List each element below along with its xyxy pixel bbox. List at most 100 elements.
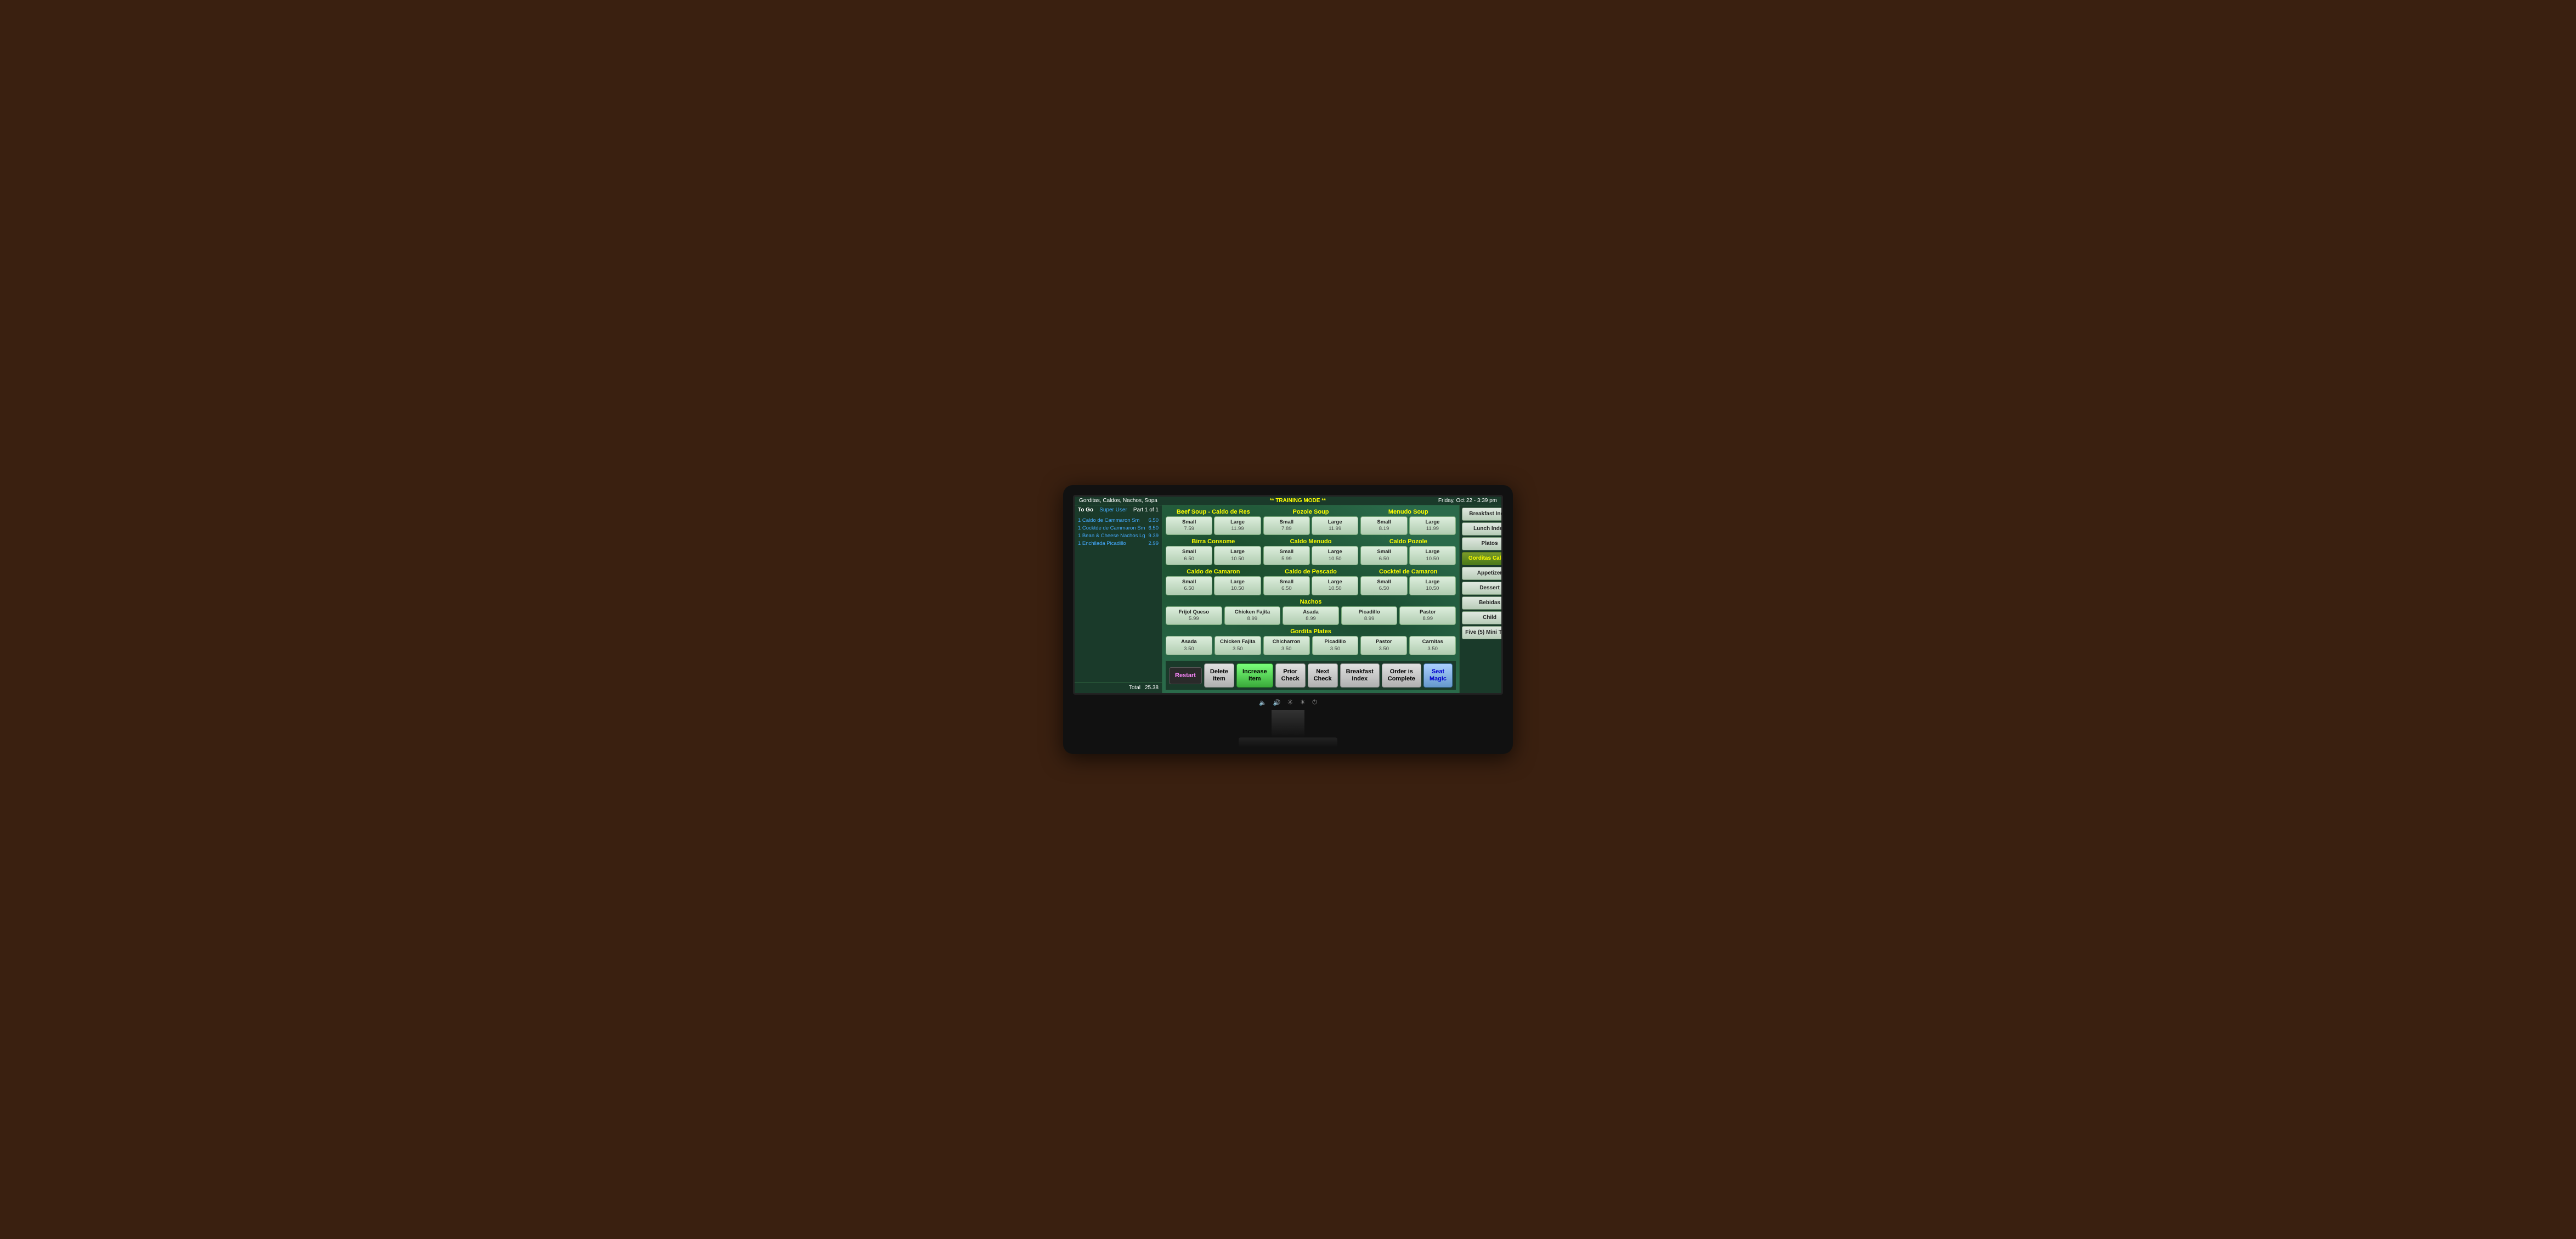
pozole-soup-section: Pozole Soup Small 7.89 Large 11.99 (1263, 509, 1359, 536)
nachos-chicken-fajita-btn[interactable]: Chicken Fajita 8.99 (1224, 606, 1281, 626)
monitor-stand (1272, 710, 1304, 737)
vol-up-icon[interactable]: 🔊 (1273, 699, 1281, 706)
order-total: Total 25.38 (1075, 682, 1162, 693)
menudo-soup-small-btn[interactable]: Small 8.19 (1360, 516, 1407, 536)
gordita-asada-btn[interactable]: Asada 3.50 (1166, 636, 1212, 655)
caldo-menudo-large-btn[interactable]: Large 10.50 (1312, 546, 1358, 565)
soup-row-3: Caldo de Camaron Small 6.50 Large 10.50 (1166, 568, 1456, 595)
cocktel-camaron-large-btn[interactable]: Large 10.50 (1409, 576, 1456, 595)
cat-appetizer[interactable]: Appetizer (1462, 567, 1503, 580)
cat-lunch-index[interactable]: Lunch Index (1462, 522, 1503, 536)
birra-consome-section: Birra Consome Small 6.50 Large 10.50 (1166, 538, 1261, 565)
prior-check-button[interactable]: Prior Check (1275, 663, 1306, 688)
caldo-pescado-section: Caldo de Pescado Small 6.50 Large 10.50 (1263, 568, 1359, 595)
order-complete-button[interactable]: Order is Complete (1382, 663, 1421, 688)
gordita-plates-section: Gordita Plates Asada 3.50 Chicken Fajita… (1166, 628, 1456, 656)
nachos-frijol-btn[interactable]: Frijol Queso 5.99 (1166, 606, 1222, 626)
menudo-soup-label: Menudo Soup (1360, 509, 1456, 515)
screen: Gorditas, Caldos, Nachos, Sopa ** TRAINI… (1073, 495, 1503, 695)
next-check-button[interactable]: Next Check (1308, 663, 1338, 688)
cocktel-camaron-small-btn[interactable]: Small 6.50 (1360, 576, 1407, 595)
status-bar: Gorditas, Caldos, Nachos, Sopa ** TRAINI… (1075, 497, 1501, 505)
soup-row-1: Beef Soup - Caldo de Res Small 7.59 Larg… (1166, 509, 1456, 536)
bottom-action-bar: Restart Delete Item Increase Item Prior … (1166, 661, 1456, 690)
caldo-pescado-small-btn[interactable]: Small 6.50 (1263, 576, 1310, 595)
delete-item-button[interactable]: Delete Item (1204, 663, 1234, 688)
soup-row-2: Birra Consome Small 6.50 Large 10.50 (1166, 538, 1456, 565)
caldo-pescado-label: Caldo de Pescado (1263, 568, 1359, 575)
caldo-pozole-large-btn[interactable]: Large 10.50 (1409, 546, 1456, 565)
main-layout: To Go Super User Part 1 of 1 1 Caldo de … (1075, 505, 1501, 694)
increase-item-button[interactable]: Increase Item (1236, 663, 1273, 688)
order-type: To Go (1078, 507, 1093, 513)
caldo-camaron-sizes: Small 6.50 Large 10.50 (1166, 576, 1261, 595)
gordita-carnitas-btn[interactable]: Carnitas 3.50 (1409, 636, 1456, 655)
cat-breakfast-index[interactable]: Breakfast Index (1462, 508, 1503, 521)
cat-dessert[interactable]: Dessert (1462, 582, 1503, 595)
part-label: Part 1 of 1 (1133, 507, 1159, 513)
birra-consome-large-btn[interactable]: Large 10.50 (1214, 546, 1261, 565)
birra-consome-sizes: Small 6.50 Large 10.50 (1166, 546, 1261, 565)
menudo-soup-large-btn[interactable]: Large 11.99 (1409, 516, 1456, 536)
restart-button[interactable]: Restart (1169, 667, 1202, 684)
caldo-pozole-section: Caldo Pozole Small 6.50 Large 10.50 (1360, 538, 1456, 565)
vol-down-icon[interactable]: 🔈 (1259, 699, 1267, 706)
beef-soup-small-btn[interactable]: Small 7.59 (1166, 516, 1212, 536)
cat-bebidas[interactable]: Bebidas (1462, 596, 1503, 610)
menudo-soup-section: Menudo Soup Small 8.19 Large 11.99 (1360, 509, 1456, 536)
breadcrumb: Gorditas, Caldos, Nachos, Sopa (1079, 498, 1157, 504)
training-mode: ** TRAINING MODE ** (1270, 498, 1326, 504)
caldo-menudo-sizes: Small 5.99 Large 10.50 (1263, 546, 1359, 565)
cocktel-camaron-section: Cocktel de Camaron Small 6.50 Large 10.5… (1360, 568, 1456, 595)
nachos-pastor-btn[interactable]: Pastor 8.99 (1399, 606, 1456, 626)
caldo-pozole-small-btn[interactable]: Small 6.50 (1360, 546, 1407, 565)
menudo-soup-sizes: Small 8.19 Large 11.99 (1360, 516, 1456, 536)
brightness-up-icon[interactable]: ✴ (1300, 698, 1306, 707)
pozole-soup-small-btn[interactable]: Small 7.89 (1263, 516, 1310, 536)
caldo-camaron-small-btn[interactable]: Small 6.50 (1166, 576, 1212, 595)
pozole-soup-label: Pozole Soup (1263, 509, 1359, 515)
order-header: To Go Super User Part 1 of 1 (1075, 505, 1162, 515)
gordita-chicharron-btn[interactable]: Chicharron 3.50 (1263, 636, 1310, 655)
right-panel-categories: Breakfast Index Lunch Index Platos Gordi… (1459, 505, 1503, 694)
cocktel-camaron-label: Cocktel de Camaron (1360, 568, 1456, 575)
order-item[interactable]: 1 Bean & Cheese Nachos Lg 9.39 (1078, 532, 1159, 540)
order-items: 1 Caldo de Cammaron Sm 6.50 1 Cocktde de… (1075, 515, 1162, 683)
nachos-picadillo-btn[interactable]: Picadillo 8.99 (1341, 606, 1398, 626)
cat-platos[interactable]: Platos (1462, 537, 1503, 550)
nachos-asada-btn[interactable]: Asada 8.99 (1283, 606, 1339, 626)
total-label: Total (1129, 685, 1140, 691)
caldo-pozole-label: Caldo Pozole (1360, 538, 1456, 545)
pozole-soup-sizes: Small 7.89 Large 11.99 (1263, 516, 1359, 536)
gordita-pastor-btn[interactable]: Pastor 3.50 (1360, 636, 1407, 655)
gordita-picadillo-btn[interactable]: Picadillo 3.50 (1312, 636, 1359, 655)
cat-child[interactable]: Child (1462, 611, 1503, 624)
caldo-menudo-small-btn[interactable]: Small 5.99 (1263, 546, 1310, 565)
caldo-pescado-large-btn[interactable]: Large 10.50 (1312, 576, 1358, 595)
caldo-camaron-section: Caldo de Camaron Small 6.50 Large 10.50 (1166, 568, 1261, 595)
beef-soup-sizes: Small 7.59 Large 11.99 (1166, 516, 1261, 536)
gordita-chicken-fajita-btn[interactable]: Chicken Fajita 3.50 (1214, 636, 1261, 655)
seat-magic-button[interactable]: Seat Magic (1423, 663, 1453, 688)
user-label: Super User (1099, 507, 1127, 513)
power-icon[interactable]: ⏻ (1312, 699, 1317, 706)
cocktel-camaron-sizes: Small 6.50 Large 10.50 (1360, 576, 1456, 595)
breakfast-index-button[interactable]: Breakfast Index (1340, 663, 1380, 688)
beef-soup-large-btn[interactable]: Large 11.99 (1214, 516, 1261, 536)
cat-five-mini-tacos[interactable]: Five (5) Mini Tacos (1462, 626, 1503, 639)
total-amount: 25.38 (1145, 685, 1159, 691)
order-item[interactable]: 1 Cocktde de Cammaron Sm 6.50 (1078, 525, 1159, 532)
caldo-menudo-section: Caldo Menudo Small 5.99 Large 10.50 (1263, 538, 1359, 565)
pozole-soup-large-btn[interactable]: Large 11.99 (1312, 516, 1358, 536)
brightness-down-icon[interactable]: ✳ (1287, 698, 1293, 707)
nachos-section: Nachos Frijol Queso 5.99 Chicken Fajita … (1166, 599, 1456, 627)
nachos-items: Frijol Queso 5.99 Chicken Fajita 8.99 As… (1166, 606, 1456, 626)
caldo-pozole-sizes: Small 6.50 Large 10.50 (1360, 546, 1456, 565)
birra-consome-small-btn[interactable]: Small 6.50 (1166, 546, 1212, 565)
order-item[interactable]: 1 Caldo de Cammaron Sm 6.50 (1078, 517, 1159, 525)
cat-gorditas-caldos[interactable]: Gorditas Caldos (1462, 552, 1503, 565)
left-panel: To Go Super User Part 1 of 1 1 Caldo de … (1075, 505, 1162, 694)
caldo-camaron-large-btn[interactable]: Large 10.50 (1214, 576, 1261, 595)
order-item[interactable]: 1 Enchilada Picadillo 2.99 (1078, 540, 1159, 548)
monitor: Gorditas, Caldos, Nachos, Sopa ** TRAINI… (1063, 485, 1513, 754)
